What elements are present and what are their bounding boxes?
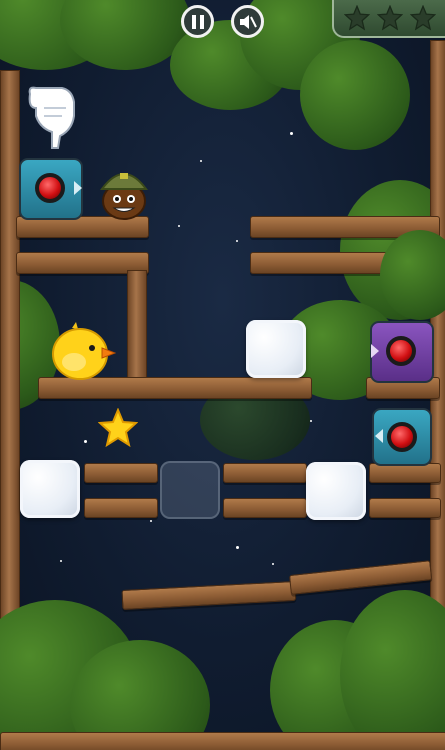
cannon-lens-icon — [386, 336, 416, 366]
star-icon — [97, 407, 139, 448]
wood-shelf — [223, 498, 307, 518]
empty-star-icon — [376, 5, 403, 31]
coconut-soldier-icon — [100, 173, 148, 220]
sky-star — [60, 560, 62, 562]
collectible-star[interactable] — [97, 407, 139, 448]
chick-character[interactable] — [52, 322, 117, 380]
cannon-purple[interactable] — [370, 321, 434, 383]
tilted-plank[interactable] — [121, 580, 297, 610]
ground-log — [0, 732, 445, 750]
cloud-block[interactable] — [20, 460, 80, 518]
faded-cloud-block[interactable] — [160, 461, 220, 519]
cannon-lens-icon — [35, 173, 65, 203]
cannon-teal-left[interactable] — [372, 408, 432, 466]
sky-star — [236, 546, 239, 549]
wood-post — [127, 270, 147, 382]
speaker-muted-icon — [239, 14, 257, 29]
wood-shelf — [369, 463, 441, 483]
cannon-teal[interactable] — [19, 158, 83, 220]
sky-star — [178, 225, 180, 227]
sky-star — [200, 160, 202, 162]
star-rating-panel — [332, 0, 445, 38]
coconut-soldier-character[interactable] — [98, 165, 150, 220]
sky-star — [84, 440, 87, 443]
foliage — [340, 590, 445, 750]
foliage — [300, 40, 410, 150]
pause-button[interactable] — [181, 5, 214, 38]
cloud-block[interactable] — [306, 462, 366, 520]
arrow-left-icon — [375, 429, 383, 443]
chick-icon — [52, 322, 117, 380]
sky-star — [150, 520, 152, 522]
game-stage[interactable] — [0, 0, 445, 750]
sky-star — [310, 420, 312, 422]
wood-shelf — [369, 498, 441, 518]
empty-star-icon — [343, 5, 370, 31]
cloud-block[interactable] — [246, 320, 306, 378]
arrow-right-icon — [371, 344, 379, 358]
wood-shelf — [84, 463, 158, 483]
tap-hand-icon — [28, 86, 75, 149]
wood-shelf — [38, 377, 312, 399]
sky-star — [236, 240, 238, 242]
arrow-right-icon — [74, 181, 82, 195]
sound-button[interactable] — [231, 5, 264, 38]
sky-star — [290, 132, 293, 135]
tap-hint — [22, 86, 78, 150]
cannon-lens-icon — [387, 422, 417, 452]
wood-shelf — [223, 463, 307, 483]
pause-icon — [191, 14, 204, 29]
sky-star — [272, 563, 274, 565]
wood-shelf — [84, 498, 158, 518]
empty-star-icon — [409, 5, 436, 31]
